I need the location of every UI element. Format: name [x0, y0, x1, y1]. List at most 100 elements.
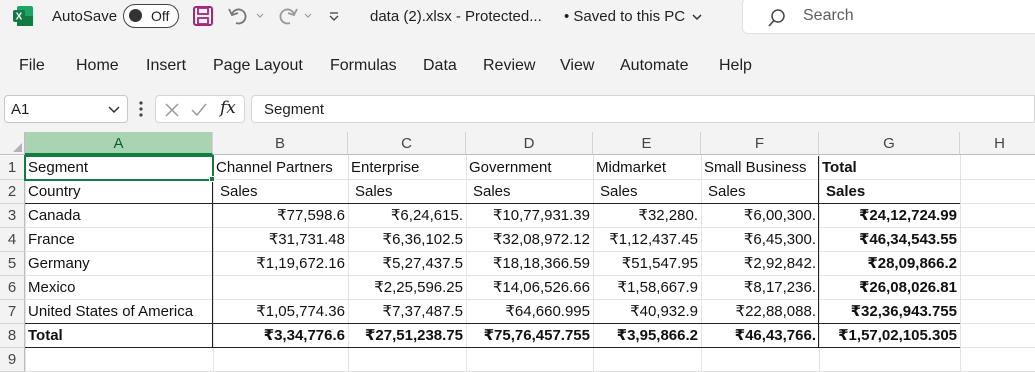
undo-icon[interactable] — [227, 5, 251, 27]
tab-home[interactable]: Home — [76, 57, 119, 75]
cell-b3[interactable]: ₹77,598.6 — [213, 204, 348, 228]
cell-e1[interactable]: Midmarket — [593, 156, 701, 180]
cell-d6[interactable]: ₹14,06,526.66 — [466, 276, 593, 300]
cell-d3[interactable]: ₹10,77,931.39 — [466, 204, 593, 228]
column-header-c[interactable]: C — [348, 132, 466, 155]
cell-c2[interactable]: Sales — [352, 180, 466, 204]
cell-b1[interactable]: Channel Partners — [213, 156, 348, 180]
column-header-b[interactable]: B — [213, 132, 348, 155]
cell-c1[interactable]: Enterprise — [348, 156, 466, 180]
cell-d1[interactable]: Government — [466, 156, 593, 180]
cell-e5[interactable]: ₹51,547.95 — [593, 252, 701, 276]
cell-g5[interactable]: ₹28,09,866.2 — [819, 252, 960, 276]
search-input[interactable]: Search — [742, 0, 1035, 34]
tab-insert[interactable]: Insert — [146, 57, 186, 75]
cell-a6[interactable]: Mexico — [25, 276, 213, 300]
cell-d7[interactable]: ₹64,660.995 — [466, 300, 593, 324]
cell-b6[interactable] — [213, 276, 348, 300]
cell-g6[interactable]: ₹26,08,026.81 — [819, 276, 960, 300]
cell-a8[interactable]: Total — [25, 324, 213, 348]
cell-c3[interactable]: ₹6,24,615. — [348, 204, 466, 228]
cell-b5[interactable]: ₹1,19,672.16 — [213, 252, 348, 276]
formula-input[interactable]: Segment — [251, 95, 1035, 123]
cell-b4[interactable]: ₹31,731.48 — [213, 228, 348, 252]
more-options-icon[interactable] — [138, 100, 144, 118]
cell-d5[interactable]: ₹18,18,366.59 — [466, 252, 593, 276]
cell-e6[interactable]: ₹1,58,667.9 — [593, 276, 701, 300]
cell-a3[interactable]: Canada — [25, 204, 213, 228]
row-header-5[interactable]: 5 — [0, 252, 25, 276]
cell-e4[interactable]: ₹1,12,437.45 — [593, 228, 701, 252]
tab-data[interactable]: Data — [423, 57, 457, 75]
column-header-g[interactable]: G — [819, 132, 960, 155]
cell-g4[interactable]: ₹46,34,543.55 — [819, 228, 960, 252]
tab-formulas[interactable]: Formulas — [330, 57, 397, 75]
row-header-3[interactable]: 3 — [0, 204, 25, 228]
name-box[interactable]: A1 — [4, 95, 128, 123]
column-header-e[interactable]: E — [593, 132, 701, 155]
row-header-8[interactable]: 8 — [0, 324, 25, 348]
cell-f2[interactable]: Sales — [705, 180, 819, 204]
cell-e3[interactable]: ₹32,280. — [593, 204, 701, 228]
undo-dropdown-icon[interactable] — [255, 5, 265, 27]
cell-f3[interactable]: ₹6,00,300. — [701, 204, 819, 228]
customize-toolbar-icon[interactable] — [327, 5, 341, 27]
cell-c5[interactable]: ₹5,27,437.5 — [348, 252, 466, 276]
cell-a5[interactable]: Germany — [25, 252, 213, 276]
tab-file[interactable]: File — [19, 57, 45, 75]
cell-a7[interactable]: United States of America — [25, 300, 213, 324]
tab-help[interactable]: Help — [719, 57, 752, 75]
cell-g3[interactable]: ₹24,12,724.99 — [819, 204, 960, 228]
select-all-button[interactable] — [0, 132, 25, 155]
tab-view[interactable]: View — [560, 57, 594, 75]
cell-b8[interactable]: ₹3,34,776.6 — [213, 324, 348, 348]
cell-d4[interactable]: ₹32,08,972.12 — [466, 228, 593, 252]
row-header-4[interactable]: 4 — [0, 228, 25, 252]
spreadsheet-grid[interactable]: A B C D E F G H 1 2 3 4 5 6 7 8 9 Segmen… — [0, 132, 1035, 372]
cell-f4[interactable]: ₹6,45,300. — [701, 228, 819, 252]
column-header-h[interactable]: H — [960, 132, 1035, 155]
cell-g1[interactable]: Total — [819, 156, 960, 180]
autosave-toggle[interactable]: Off — [123, 4, 179, 28]
cell-c8[interactable]: ₹27,51,238.75 — [348, 324, 466, 348]
row-header-1[interactable]: 1 — [0, 156, 25, 180]
redo-dropdown-icon[interactable] — [303, 5, 313, 27]
cancel-icon[interactable] — [164, 102, 180, 118]
row-header-6[interactable]: 6 — [0, 276, 25, 300]
cell-a2[interactable]: Country — [25, 180, 213, 204]
tab-page-layout[interactable]: Page Layout — [213, 57, 303, 75]
row-header-7[interactable]: 7 — [0, 300, 25, 324]
cell-b2[interactable]: Sales — [217, 180, 348, 204]
row-header-2[interactable]: 2 — [0, 180, 25, 204]
cell-b7[interactable]: ₹1,05,774.36 — [213, 300, 348, 324]
redo-icon[interactable] — [275, 5, 299, 27]
cell-g8[interactable]: ₹1,57,02,105.305 — [819, 324, 960, 348]
cell-d8[interactable]: ₹75,76,457.755 — [466, 324, 593, 348]
cell-f8[interactable]: ₹46,43,766. — [701, 324, 819, 348]
cell-e8[interactable]: ₹3,95,866.2 — [593, 324, 701, 348]
cell-d2[interactable]: Sales — [470, 180, 593, 204]
cell-a4[interactable]: France — [25, 228, 213, 252]
row-header-9[interactable]: 9 — [0, 348, 25, 372]
enter-check-icon[interactable] — [190, 102, 208, 118]
cell-g2[interactable]: Sales — [823, 180, 960, 204]
cell-c6[interactable]: ₹2,25,596.25 — [348, 276, 466, 300]
cell-c4[interactable]: ₹6,36,102.5 — [348, 228, 466, 252]
save-icon[interactable] — [192, 5, 214, 27]
cell-g7[interactable]: ₹32,36,943.755 — [819, 300, 960, 324]
column-header-a[interactable]: A — [25, 132, 213, 155]
tab-automate[interactable]: Automate — [620, 57, 688, 75]
chevron-down-icon[interactable] — [107, 102, 121, 116]
column-header-f[interactable]: F — [701, 132, 819, 155]
cell-f5[interactable]: ₹2,92,842. — [701, 252, 819, 276]
file-name[interactable]: data (2).xlsx - Protected... — [370, 8, 542, 25]
cell-e2[interactable]: Sales — [597, 180, 701, 204]
cell-f7[interactable]: ₹22,88,088. — [701, 300, 819, 324]
cell-f6[interactable]: ₹8,17,236. — [701, 276, 819, 300]
tab-review[interactable]: Review — [483, 57, 535, 75]
cell-e7[interactable]: ₹40,932.9 — [593, 300, 701, 324]
fill-handle[interactable] — [209, 176, 215, 182]
save-status[interactable]: • Saved to this PC — [564, 8, 703, 25]
insert-function-icon[interactable]: fx — [220, 98, 236, 118]
column-header-d[interactable]: D — [466, 132, 593, 155]
